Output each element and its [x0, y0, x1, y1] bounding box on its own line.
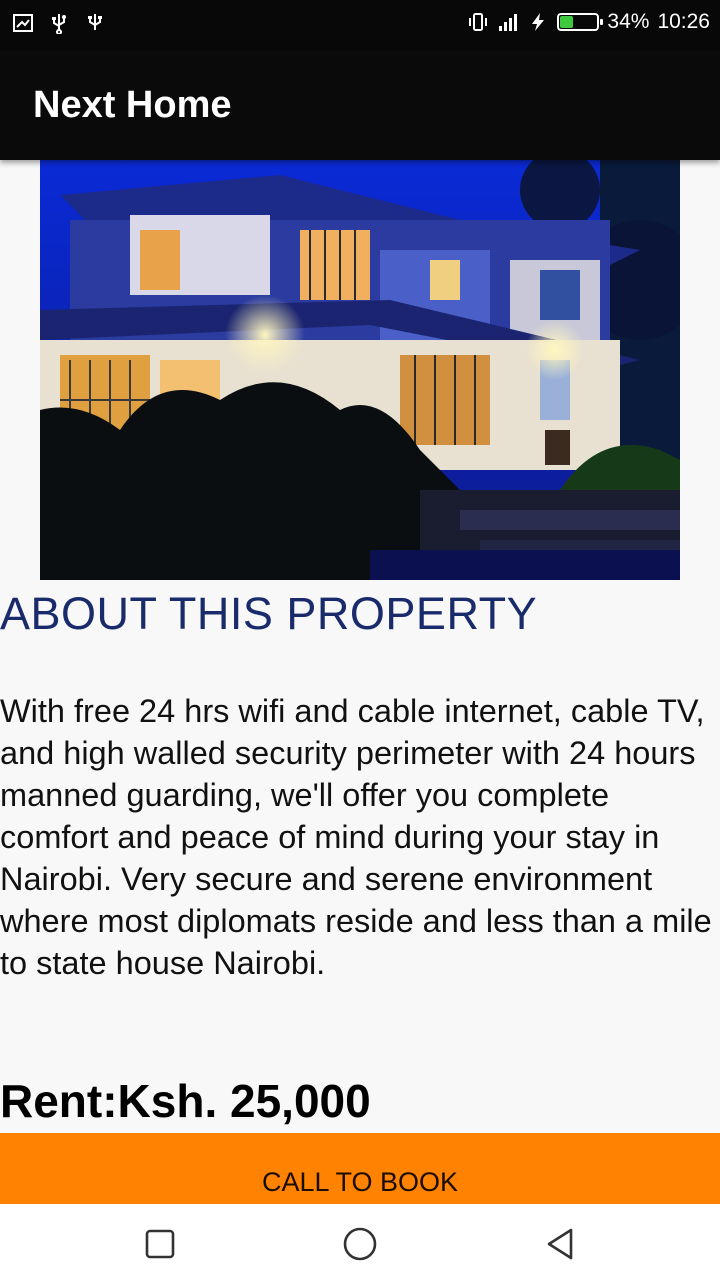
charging-icon [532, 13, 545, 31]
section-title: ABOUT THIS PROPERTY [0, 588, 538, 639]
recents-button[interactable] [140, 1224, 180, 1264]
house-illustration [40, 160, 680, 580]
usb-icon [52, 14, 66, 34]
vibrate-icon [469, 13, 488, 31]
battery-icon [557, 13, 604, 31]
app-bar: Next Home [0, 50, 720, 160]
status-bar: 34% 10:26 [0, 0, 720, 50]
app-title: Next Home [33, 84, 232, 126]
call-to-book-button[interactable]: CALL TO BOOK [0, 1133, 720, 1204]
usb-debug-icon [88, 14, 102, 30]
home-button[interactable] [340, 1224, 380, 1264]
battery-percent: 34% [607, 10, 650, 33]
property-photo [40, 160, 680, 580]
battery-level [560, 16, 574, 28]
screenshot-icon [13, 14, 33, 32]
property-description: With free 24 hrs wifi and cable internet… [0, 693, 712, 981]
navigation-bar [0, 1204, 720, 1280]
clock: 10:26 [657, 10, 710, 33]
back-button[interactable] [540, 1224, 580, 1264]
call-to-book-label: CALL TO BOOK [261, 1167, 459, 1197]
home-circle-icon [343, 1227, 377, 1261]
recents-square-icon [145, 1229, 175, 1259]
signal-icon [499, 14, 518, 31]
rent-price: Rent:Ksh. 25,000 [0, 1075, 371, 1127]
back-triangle-icon [547, 1228, 573, 1260]
